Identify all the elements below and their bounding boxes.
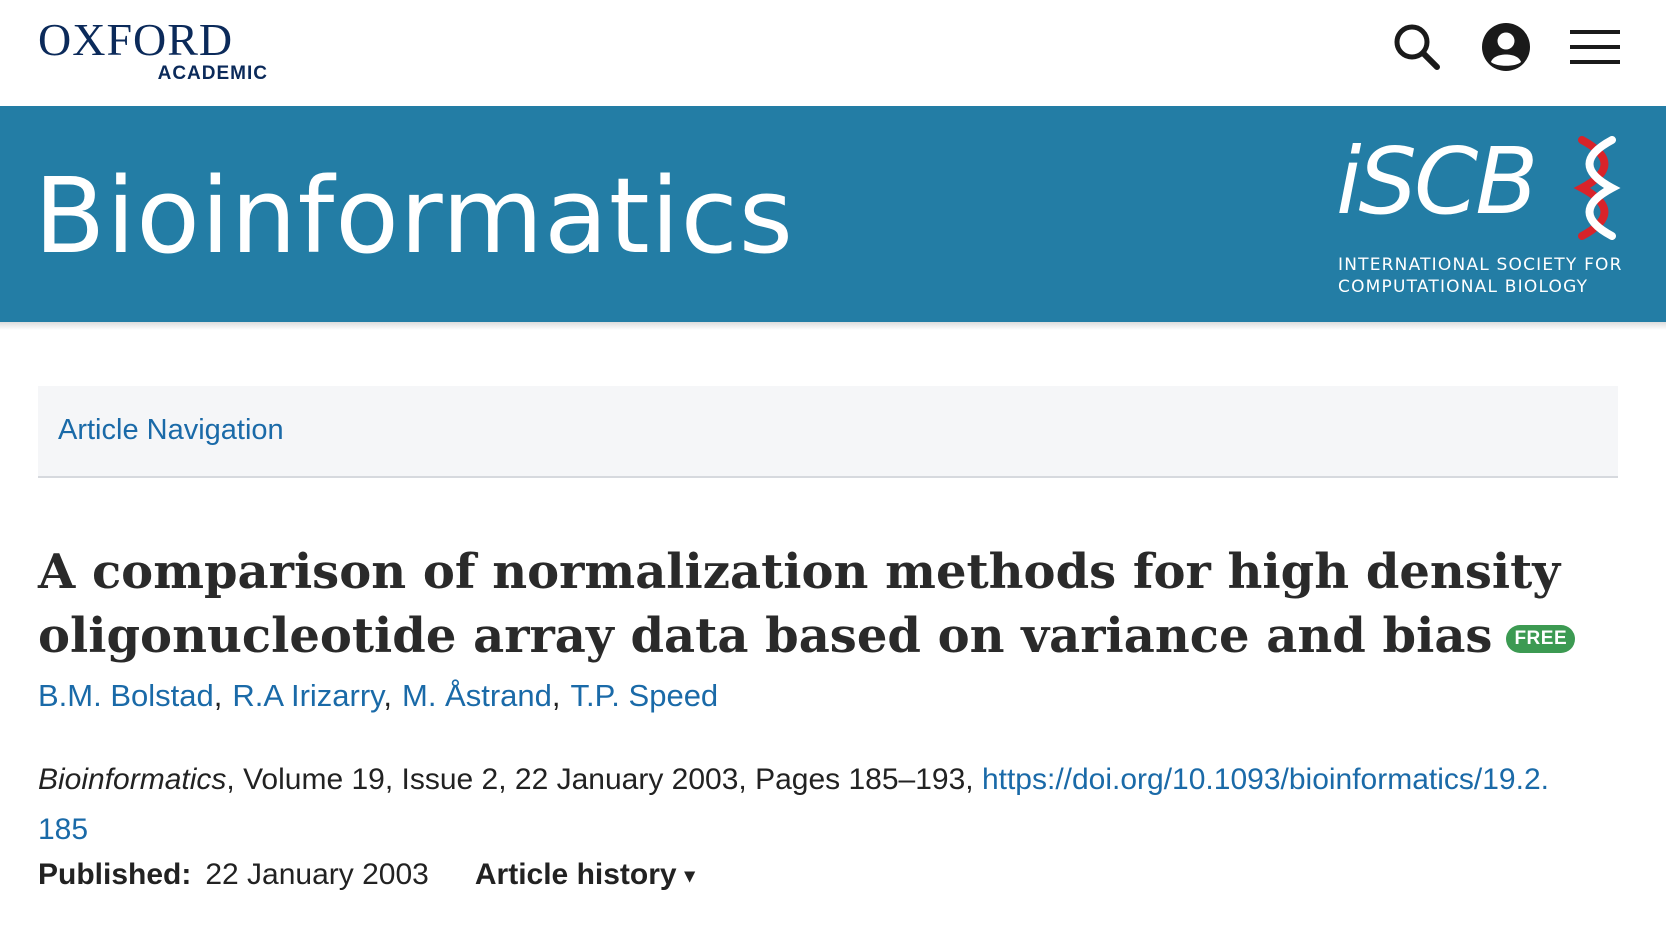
author-separator: , [213,678,223,713]
search-button[interactable] [1390,20,1444,74]
iscb-name-line1: INTERNATIONAL SOCIETY FOR [1338,255,1623,275]
menu-button[interactable] [1568,20,1622,74]
publication-info: Published: 22 January 2003 Article history… [38,858,695,892]
iscb-name-line2: COMPUTATIONAL BIOLOGY [1338,277,1589,297]
free-badge: FREE [1506,625,1576,653]
article-history-toggle[interactable]: Article history ▾ [475,858,695,891]
publisher-sub: ACADEMIC [157,63,268,84]
account-icon [1482,23,1530,71]
article-title-text: A comparison of normalization methods fo… [38,544,1561,664]
author-separator: , [383,678,392,713]
article-title: A comparison of normalization methods fo… [38,540,1598,668]
oxford-academic-logo[interactable]: OXFORD ACADEMIC [38,14,278,85]
author-separator: , [551,678,561,713]
iscb-full-name: INTERNATIONAL SOCIETY FOR COMPUTATIONAL … [1338,254,1623,298]
menu-icon [1570,30,1620,64]
author-link[interactable]: M. Åstrand [402,678,552,713]
site-header: OXFORD ACADEMIC [0,0,1666,106]
citation-details: , Volume 19, Issue 2, 22 January 2003, P… [226,763,982,796]
journal-title[interactable]: Bioinformatics [34,164,794,268]
publisher-name: OXFORD [38,14,234,65]
caret-down-icon: ▾ [684,865,695,887]
published-date: 22 January 2003 [205,858,429,891]
published-label: Published: [38,858,192,891]
banner-shadow [0,322,1666,330]
article-navigation[interactable]: Article Navigation [38,386,1618,478]
author-link[interactable]: R.A Irizarry [232,678,383,713]
account-button[interactable] [1479,20,1533,74]
author-link[interactable]: T.P. Speed [571,678,719,713]
citation-journal: Bioinformatics [38,763,227,796]
search-icon [1394,24,1440,70]
article-navigation-label: Article Navigation [58,414,284,446]
citation: Bioinformatics, Volume 19, Issue 2, 22 J… [38,755,1558,855]
iscb-logo[interactable]: iSCB INTERNATIONAL SOCIETY FOR COMPUTATI… [1336,132,1636,302]
author-list: B.M. Bolstad, R.A Irizarry, M. Åstrand, T.P… [38,678,718,714]
iscb-logo-text: iSCB [1336,128,1538,235]
author-link[interactable]: B.M. Bolstad [38,678,214,713]
dna-helix-icon [1573,136,1621,240]
article-history-label: Article history [474,858,677,891]
journal-banner: Bioinformatics iSCB INTERNATIONAL SOCIET… [0,106,1666,322]
